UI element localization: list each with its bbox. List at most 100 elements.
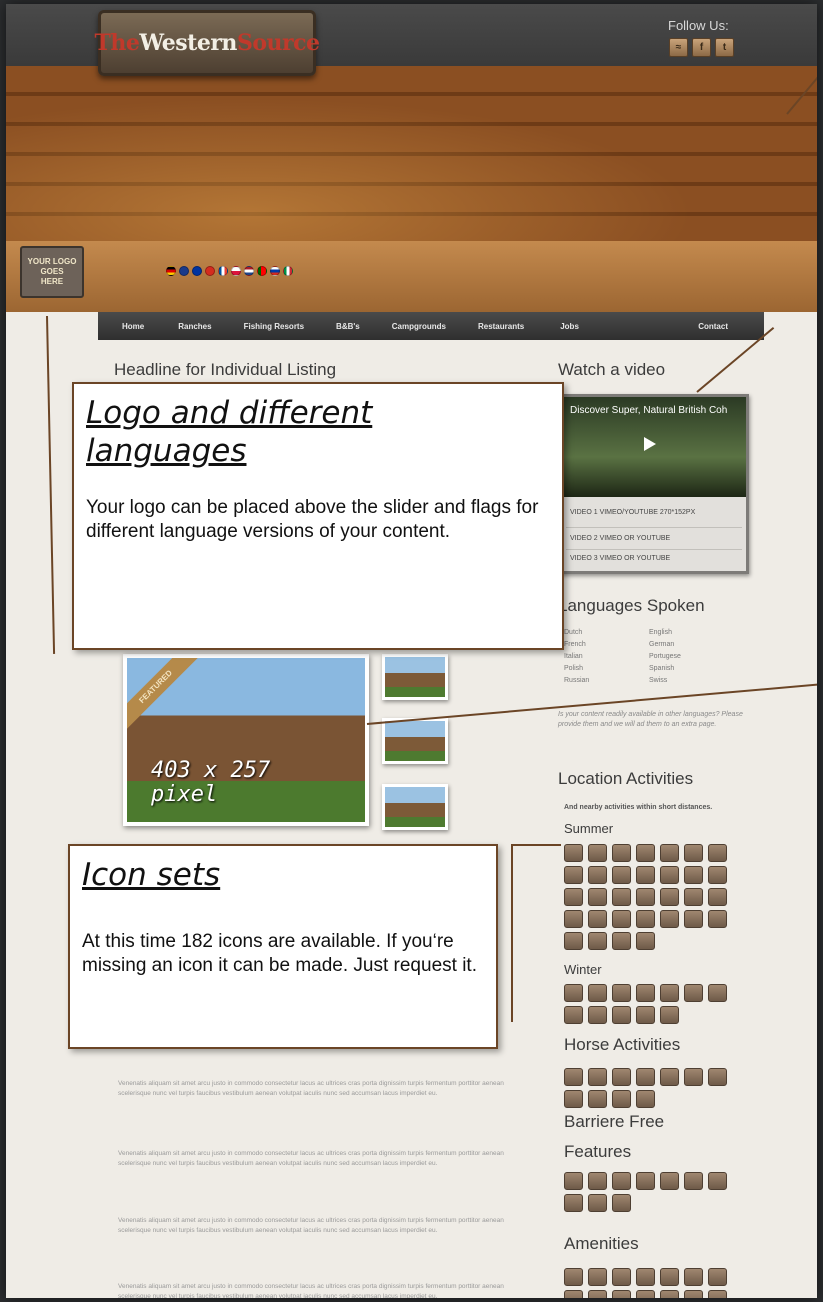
activity-icon[interactable] <box>564 1172 583 1190</box>
activity-icon[interactable] <box>588 1290 607 1298</box>
nav-contact[interactable]: Contact <box>698 322 728 331</box>
activity-icon[interactable] <box>684 844 703 862</box>
activity-icon[interactable] <box>612 866 631 884</box>
activity-icon[interactable] <box>564 866 583 884</box>
video-link-2[interactable]: VIDEO 2 VIMEO OR YOUTUBE <box>570 535 670 542</box>
activity-icon[interactable] <box>684 1290 703 1298</box>
flag-it-icon[interactable] <box>283 266 293 276</box>
video-box[interactable]: Discover Super, Natural British Coh VIDE… <box>559 394 749 574</box>
video-link-3[interactable]: VIDEO 3 VIMEO OR YOUTUBE <box>570 555 670 562</box>
activity-icon[interactable] <box>588 1068 607 1086</box>
activity-icon[interactable] <box>612 932 631 950</box>
activity-icon[interactable] <box>636 984 655 1002</box>
play-icon[interactable] <box>644 437 656 451</box>
activity-icon[interactable] <box>588 1172 607 1190</box>
activity-icon[interactable] <box>612 910 631 928</box>
flag-gb-icon[interactable] <box>179 266 189 276</box>
activity-icon[interactable] <box>588 910 607 928</box>
activity-icon[interactable] <box>612 1006 631 1024</box>
activity-icon[interactable] <box>708 844 727 862</box>
twitter-icon[interactable]: t <box>715 38 734 57</box>
video-player[interactable]: Discover Super, Natural British Coh <box>562 397 746 497</box>
activity-icon[interactable] <box>660 866 679 884</box>
activity-icon[interactable] <box>660 1006 679 1024</box>
activity-icon[interactable] <box>684 888 703 906</box>
activity-icon[interactable] <box>612 1290 631 1298</box>
activity-icon[interactable] <box>636 1172 655 1190</box>
activity-icon[interactable] <box>612 1090 631 1108</box>
activity-icon[interactable] <box>588 1090 607 1108</box>
activity-icon[interactable] <box>708 1290 727 1298</box>
facebook-icon[interactable]: f <box>692 38 711 57</box>
activity-icon[interactable] <box>636 1006 655 1024</box>
activity-icon[interactable] <box>708 1172 727 1190</box>
activity-icon[interactable] <box>660 1172 679 1190</box>
activity-icon[interactable] <box>660 1290 679 1298</box>
nav-restaurants[interactable]: Restaurants <box>478 322 524 331</box>
activity-icon[interactable] <box>564 910 583 928</box>
activity-icon[interactable] <box>564 844 583 862</box>
activity-icon[interactable] <box>684 1068 703 1086</box>
video-link-1[interactable]: VIDEO 1 VIMEO/YOUTUBE 270*152PX <box>570 509 695 516</box>
nav-ranches[interactable]: Ranches <box>178 322 211 331</box>
activity-icon[interactable] <box>684 984 703 1002</box>
activity-icon[interactable] <box>636 866 655 884</box>
activity-icon[interactable] <box>684 1172 703 1190</box>
activity-icon[interactable] <box>660 910 679 928</box>
activity-icon[interactable] <box>588 844 607 862</box>
activity-icon[interactable] <box>612 1068 631 1086</box>
nav-fishing-resorts[interactable]: Fishing Resorts <box>244 322 304 331</box>
activity-icon[interactable] <box>612 1194 631 1212</box>
photo-thumb[interactable] <box>382 718 448 764</box>
activity-icon[interactable] <box>708 888 727 906</box>
activity-icon[interactable] <box>636 1090 655 1108</box>
activity-icon[interactable] <box>708 910 727 928</box>
activity-icon[interactable] <box>660 984 679 1002</box>
activity-icon[interactable] <box>588 932 607 950</box>
activity-icon[interactable] <box>708 1268 727 1286</box>
activity-icon[interactable] <box>564 1290 583 1298</box>
activity-icon[interactable] <box>564 1194 583 1212</box>
site-logo[interactable]: The Western Source <box>95 10 320 76</box>
activity-icon[interactable] <box>612 1268 631 1286</box>
activity-icon[interactable] <box>660 888 679 906</box>
activity-icon[interactable] <box>636 910 655 928</box>
activity-icon[interactable] <box>636 888 655 906</box>
flag-de-icon[interactable] <box>166 266 176 276</box>
activity-icon[interactable] <box>612 844 631 862</box>
activity-icon[interactable] <box>564 1268 583 1286</box>
hero-slider[interactable] <box>6 66 817 312</box>
activity-icon[interactable] <box>708 866 727 884</box>
flag-ru-icon[interactable] <box>270 266 280 276</box>
activity-icon[interactable] <box>564 932 583 950</box>
activity-icon[interactable] <box>636 1290 655 1298</box>
activity-icon[interactable] <box>660 1268 679 1286</box>
photo-thumb[interactable] <box>382 654 448 700</box>
flag-pt-icon[interactable] <box>257 266 267 276</box>
activity-icon[interactable] <box>636 932 655 950</box>
activity-icon[interactable] <box>708 1068 727 1086</box>
activity-icon[interactable] <box>588 1268 607 1286</box>
nav-jobs[interactable]: Jobs <box>560 322 579 331</box>
activity-icon[interactable] <box>684 866 703 884</box>
flag-fr-icon[interactable] <box>218 266 228 276</box>
flag-nl-icon[interactable] <box>244 266 254 276</box>
activity-icon[interactable] <box>588 1194 607 1212</box>
activity-icon[interactable] <box>660 844 679 862</box>
activity-icon[interactable] <box>612 984 631 1002</box>
flag-ch-icon[interactable] <box>205 266 215 276</box>
nav-campgrounds[interactable]: Campgrounds <box>392 322 446 331</box>
activity-icon[interactable] <box>612 1172 631 1190</box>
photo-thumb[interactable] <box>382 784 448 830</box>
nav-home[interactable]: Home <box>122 322 144 331</box>
activity-icon[interactable] <box>684 1268 703 1286</box>
activity-icon[interactable] <box>612 888 631 906</box>
activity-icon[interactable] <box>684 910 703 928</box>
flag-pl-icon[interactable] <box>231 266 241 276</box>
flag-eu-icon[interactable] <box>192 266 202 276</box>
activity-icon[interactable] <box>564 888 583 906</box>
activity-icon[interactable] <box>588 888 607 906</box>
activity-icon[interactable] <box>636 1068 655 1086</box>
activity-icon[interactable] <box>636 844 655 862</box>
activity-icon[interactable] <box>564 1090 583 1108</box>
